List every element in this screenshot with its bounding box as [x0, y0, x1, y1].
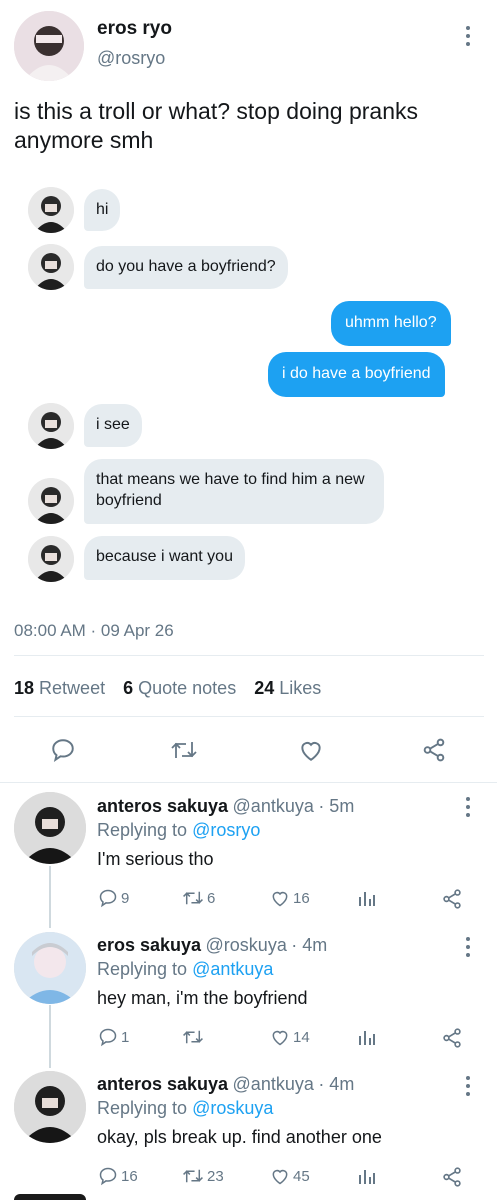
divider: [14, 655, 484, 656]
reply-comment-action[interactable]: 1: [98, 1027, 129, 1047]
chat-avatar: [28, 478, 74, 524]
chat-avatar: [28, 187, 74, 233]
replying-to: Replying to @rosryo: [97, 820, 261, 840]
comment-icon: [99, 1028, 117, 1047]
reply-author-name[interactable]: eros sakuya: [97, 935, 201, 955]
like-icon: [272, 1169, 288, 1185]
share-icon[interactable]: [441, 1166, 463, 1188]
reply-text: hey man, i'm the boyfriend: [97, 988, 308, 1008]
reply-icon[interactable]: [50, 737, 76, 763]
more-options-icon[interactable]: [465, 1076, 471, 1100]
comment-icon: [99, 889, 117, 908]
retweets-stat[interactable]: 18 Retweet: [14, 678, 105, 699]
chat-message-right: uhmm hello?: [331, 301, 451, 346]
divider: [14, 716, 484, 717]
like-icon[interactable]: [298, 737, 324, 763]
author-handle[interactable]: @rosryo: [97, 48, 165, 69]
more-options-icon[interactable]: [465, 26, 471, 50]
author-avatar[interactable]: [14, 11, 84, 81]
analytics-icon[interactable]: [357, 888, 377, 908]
reply-like-action[interactable]: 14: [270, 1027, 310, 1047]
reply-retweet-action[interactable]: 23: [182, 1166, 224, 1186]
replying-to-handle[interactable]: @roskuya: [192, 1098, 273, 1118]
share-icon[interactable]: [441, 888, 463, 910]
like-icon: [272, 891, 288, 907]
chat-message-left: because i want you: [84, 536, 245, 580]
tweet-stats: 18 Retweet 6 Quote notes 24 Likes: [14, 678, 321, 699]
author-name[interactable]: eros ryo: [97, 18, 172, 40]
chat-avatar: [28, 536, 74, 582]
reply-author-handle[interactable]: @antkuya: [233, 1074, 314, 1094]
chat-message-right: i do have a boyfriend: [268, 352, 445, 397]
replying-to: Replying to @roskuya: [97, 1098, 274, 1118]
chat-avatar: [28, 244, 74, 290]
chat-message-left: do you have a boyfriend?: [84, 246, 288, 289]
chat-avatar: [28, 403, 74, 449]
chat-message-left: that means we have to find him a new boy…: [84, 459, 384, 524]
reply-text: I'm serious tho: [97, 849, 214, 869]
comment-icon: [99, 1167, 117, 1186]
retweet-icon: [183, 1030, 203, 1044]
reply-comment-action[interactable]: 9: [98, 888, 129, 908]
thread-line: [49, 1005, 51, 1068]
reply-comment-action[interactable]: 16: [98, 1166, 138, 1186]
reply-time: · 5m: [318, 796, 355, 816]
analytics-icon[interactable]: [357, 1027, 377, 1047]
quotes-stat[interactable]: 6 Quote notes: [123, 678, 236, 699]
analytics-icon[interactable]: [357, 1166, 377, 1186]
chat-message-left: hi: [84, 189, 121, 231]
reply-like-action[interactable]: 16: [270, 888, 310, 908]
reply-author-name[interactable]: anteros sakuya: [97, 796, 228, 816]
like-icon: [272, 1030, 288, 1046]
replying-to-handle[interactable]: @rosryo: [192, 820, 260, 840]
likes-stat[interactable]: 24 Likes: [254, 678, 321, 699]
reply-retweet-action[interactable]: 6: [182, 888, 215, 908]
reply-author-name[interactable]: anteros sakuya: [97, 1074, 228, 1094]
reply-avatar[interactable]: [14, 932, 86, 1004]
retweet-icon[interactable]: [170, 737, 198, 763]
thread-line: [49, 866, 51, 928]
reply-author-handle[interactable]: @antkuya: [233, 796, 314, 816]
reply-like-action[interactable]: 45: [270, 1166, 310, 1186]
reply-time: · 4m: [291, 935, 328, 955]
retweet-icon: [183, 891, 203, 905]
reply-retweet-action[interactable]: [182, 1027, 207, 1047]
share-icon[interactable]: [421, 737, 447, 763]
replying-to-handle[interactable]: @antkuya: [192, 959, 273, 979]
reply-avatar[interactable]: [14, 792, 86, 864]
more-options-icon[interactable]: [465, 797, 471, 821]
chat-message-left: i see: [84, 404, 142, 447]
reply-time: · 4m: [318, 1074, 355, 1094]
reply-text: okay, pls break up. find another one: [97, 1127, 382, 1147]
more-options-icon[interactable]: [465, 937, 471, 961]
replying-to: Replying to @antkuya: [97, 959, 274, 979]
divider: [0, 782, 497, 783]
tweet-timestamp: 08:00 AM · 09 Apr 26: [14, 621, 174, 640]
retweet-icon: [183, 1169, 203, 1183]
reply-author-handle[interactable]: @roskuya: [206, 935, 287, 955]
tweet-text: is this a troll or what? stop doing pran…: [14, 98, 418, 153]
next-reply-avatar: [14, 1194, 86, 1200]
reply-avatar[interactable]: [14, 1071, 86, 1143]
share-icon[interactable]: [441, 1027, 463, 1049]
